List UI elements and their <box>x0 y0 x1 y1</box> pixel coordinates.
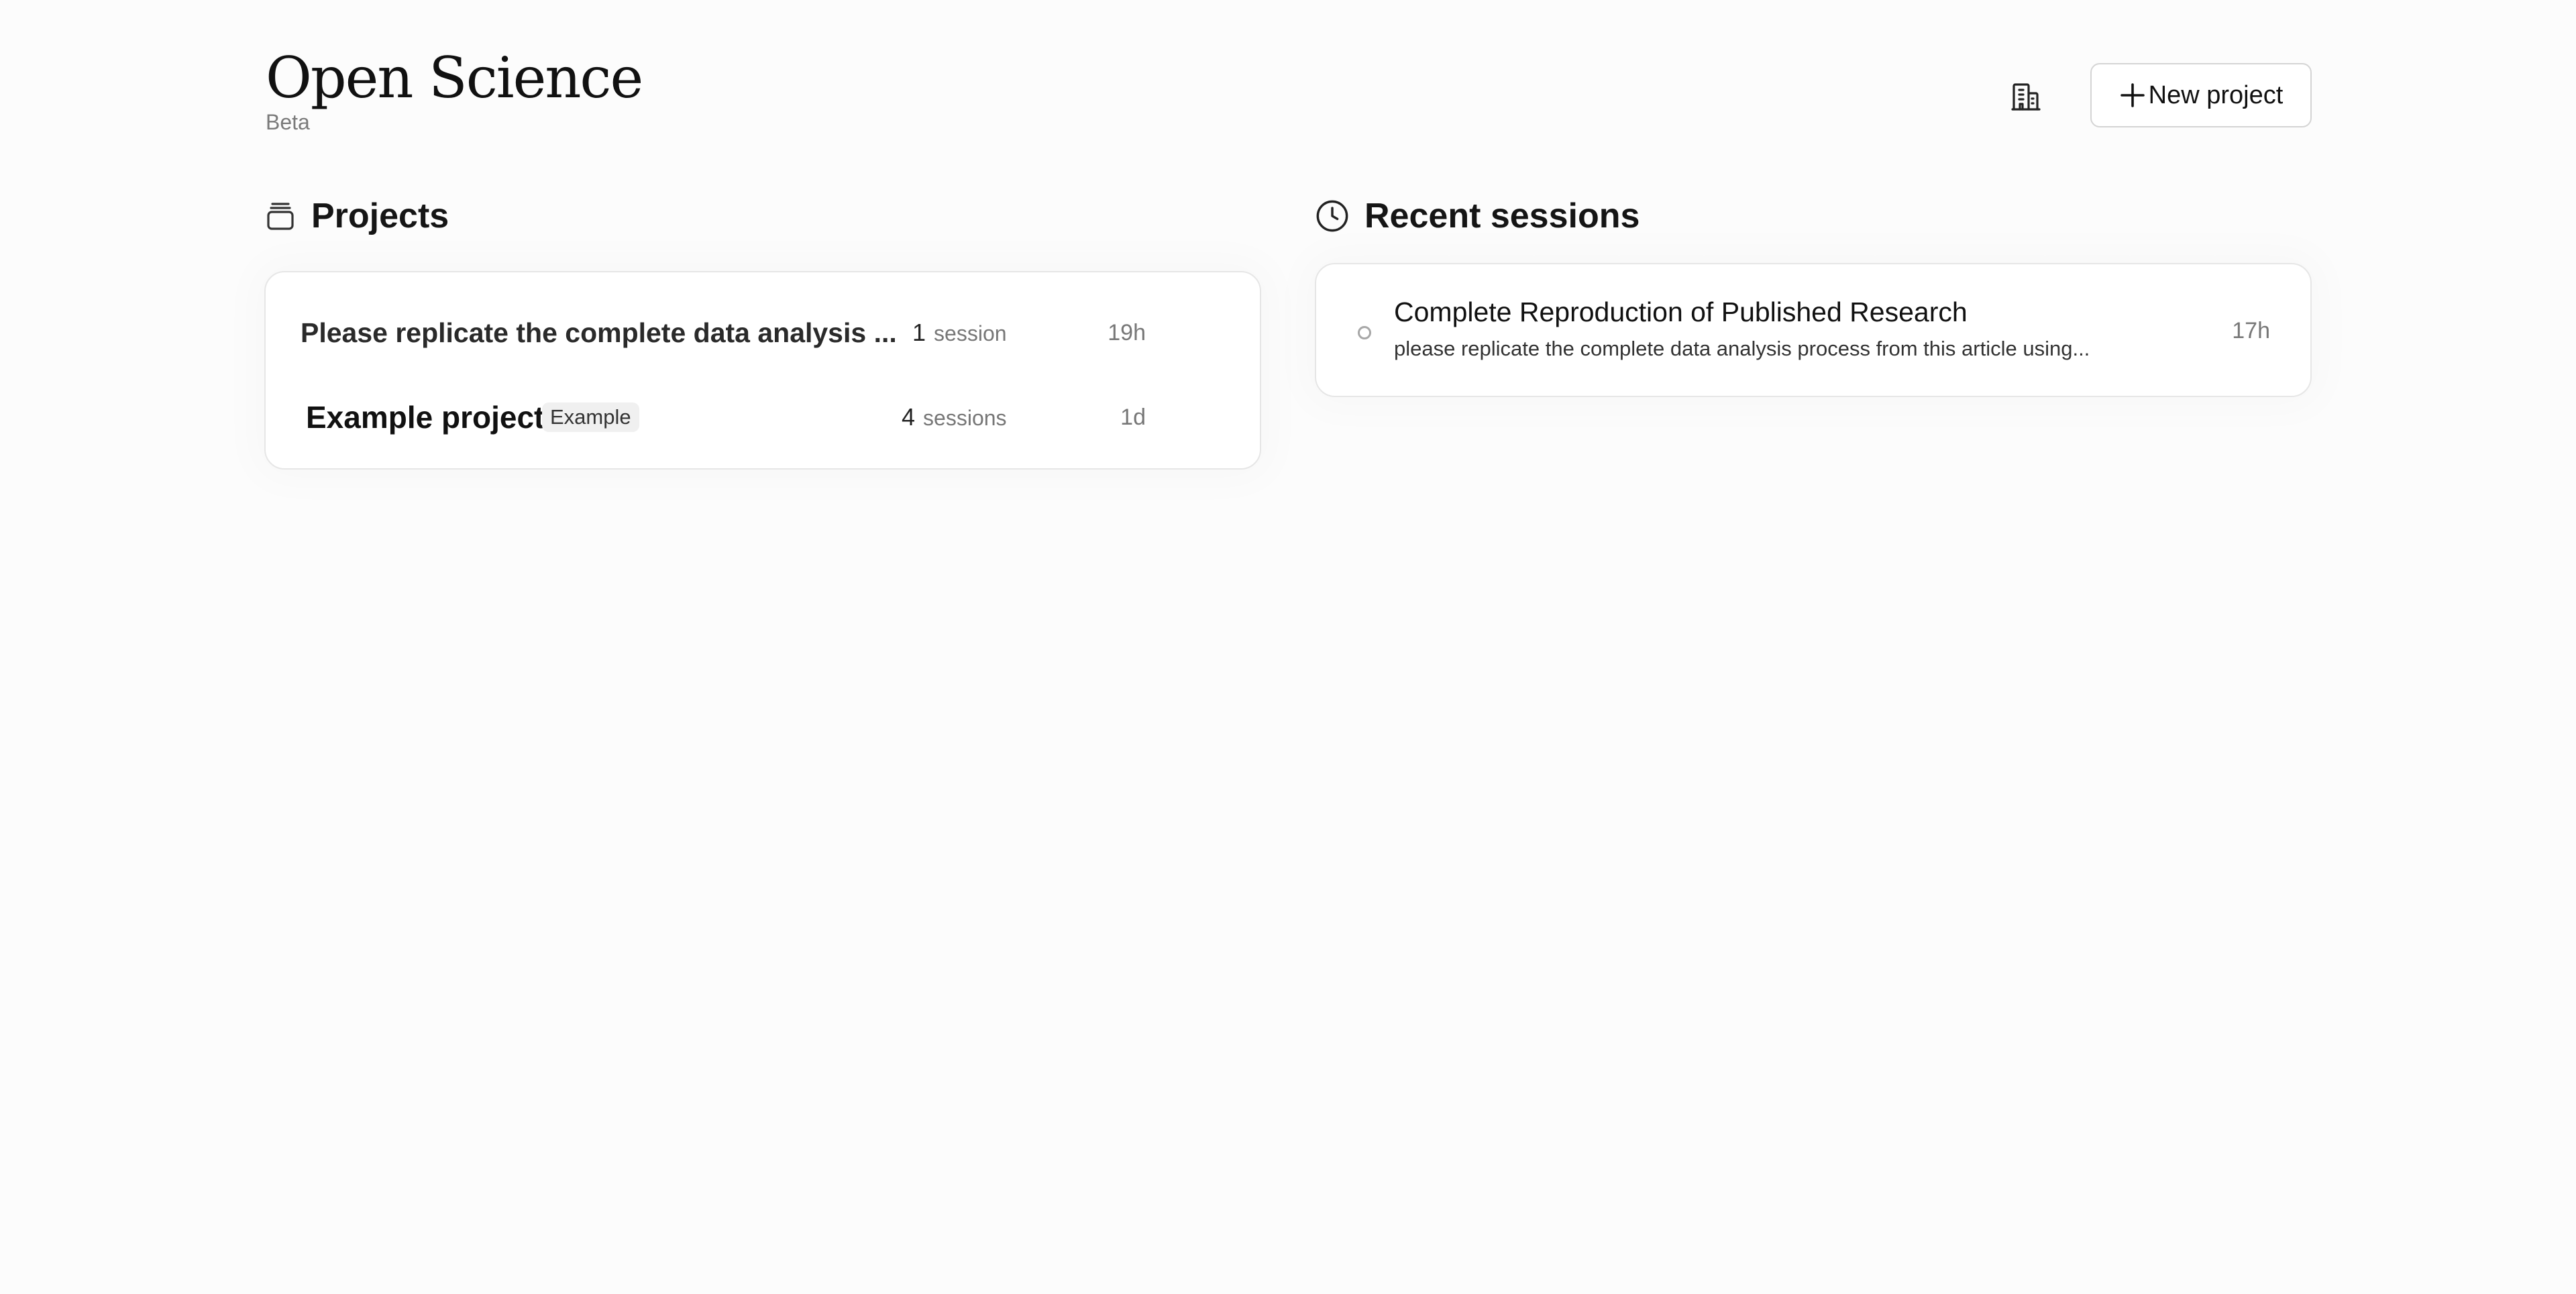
projects-list: Please replicate the complete data analy… <box>264 271 1261 470</box>
stack-icon <box>267 203 294 230</box>
recent-sessions-list: Complete Reproduction of Published Resea… <box>1315 263 2312 397</box>
project-name: Please replicate the complete data analy… <box>301 317 897 348</box>
session-count: 4 sessions <box>902 403 1007 431</box>
session-title: Complete Reproduction of Published Resea… <box>1394 296 1968 327</box>
brand: Open Science Beta <box>266 44 643 136</box>
project-row[interactable]: Please replicate the complete data analy… <box>266 306 1260 360</box>
session-count: 1 session <box>912 319 1007 347</box>
new-project-label: New project <box>2148 80 2284 109</box>
session-row[interactable]: Complete Reproduction of Published Resea… <box>1316 264 2310 396</box>
beta-label: Beta <box>266 110 310 134</box>
project-age: 1d <box>1120 404 1146 430</box>
app-title: Open Science <box>266 45 643 111</box>
recent-sessions-heading: Recent sessions <box>1315 196 1640 236</box>
project-row[interactable]: Example project Example 4 sessions 1d <box>266 390 1260 444</box>
session-count-label: sessions <box>923 406 1007 430</box>
plus-icon <box>2120 83 2145 107</box>
session-count-number: 1 <box>912 319 926 346</box>
session-count-number: 4 <box>902 403 916 431</box>
example-badge: Example <box>542 402 639 432</box>
session-description: please replicate the complete data analy… <box>1394 337 2090 360</box>
new-project-button[interactable]: New project <box>2090 63 2312 127</box>
clock-icon <box>1316 200 1348 232</box>
projects-title: Projects <box>311 197 449 235</box>
status-dot-icon <box>1358 326 1371 339</box>
organization-button[interactable] <box>2004 75 2047 118</box>
project-age: 19h <box>1108 319 1146 345</box>
projects-heading: Projects <box>264 196 449 236</box>
building-icon <box>2011 83 2041 111</box>
session-age: 17h <box>2232 318 2270 343</box>
home-page: Open Science Beta New project Projects R… <box>0 0 2576 1294</box>
project-name: Example project <box>306 400 545 435</box>
recent-sessions-title: Recent sessions <box>1364 197 1640 235</box>
session-count-label: session <box>934 321 1007 345</box>
